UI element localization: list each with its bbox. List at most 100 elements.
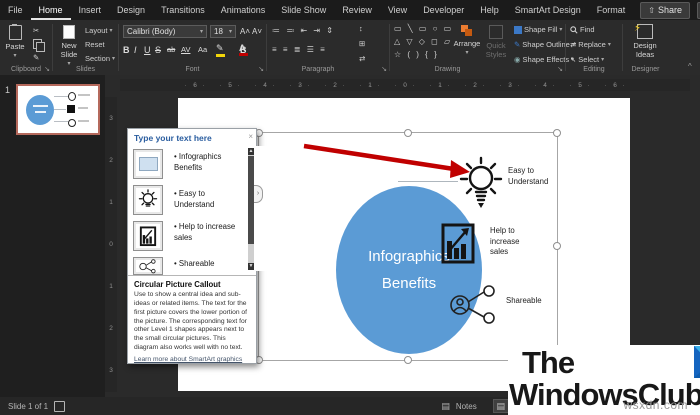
group-label-font: Font	[119, 66, 266, 73]
font-family-select[interactable]: Calibri (Body)▾	[123, 25, 207, 38]
notes-button[interactable]: Notes	[456, 402, 477, 411]
dropdown-arrow-icon: ▾	[112, 55, 115, 62]
tab-file[interactable]: File	[0, 0, 31, 20]
tab-format[interactable]: Format	[589, 0, 634, 20]
shapes-gallery-row-2[interactable]: △ ▽ ◇ ◻ ▱	[394, 37, 452, 47]
outline-item-1[interactable]: Infographics Benefits	[174, 151, 246, 174]
learn-more-link[interactable]: Learn more about SmartArt graphics	[134, 356, 250, 363]
chart-icon[interactable]	[440, 222, 476, 266]
text-pane-outline: Infographics Benefits Easy to Understand…	[168, 146, 270, 271]
shapes-gallery-row-3[interactable]: ☆ ( ) { }	[394, 50, 439, 60]
tab-developer[interactable]: Developer	[415, 0, 472, 20]
italic-button[interactable]: I	[134, 45, 137, 55]
replace-button[interactable]: ⇄ Replace▾	[570, 40, 611, 49]
shape-effects-icon: ◉	[514, 55, 521, 64]
dropdown-arrow-icon: ▾	[110, 27, 113, 34]
paragraph-list-buttons[interactable]: ≔ ≕ ⇤ ⇥ ⇕	[272, 26, 335, 36]
underline-button[interactable]: U	[144, 45, 151, 55]
chart-list-icon[interactable]	[133, 221, 163, 251]
normal-view-button[interactable]: ▤	[493, 399, 509, 413]
highlight-color-button[interactable]: ✎	[216, 43, 225, 57]
quick-styles-button[interactable]: Quick Styles	[482, 25, 510, 59]
highlight-pen-icon: ✎	[216, 43, 224, 53]
tab-home[interactable]: Home	[31, 0, 71, 20]
layout-button[interactable]: Layout▾	[85, 26, 113, 35]
tab-animations[interactable]: Animations	[213, 0, 274, 20]
design-ideas-button[interactable]: ⚡ Design Ideas	[628, 24, 662, 59]
outline-item-4[interactable]: Shareable	[174, 258, 246, 269]
lightbulb-list-icon[interactable]	[133, 185, 163, 215]
dropdown-arrow-icon: ▾	[229, 28, 232, 35]
tab-transitions[interactable]: Transitions	[153, 0, 213, 20]
paste-button[interactable]: Paste ▾	[3, 25, 27, 60]
tab-view[interactable]: View	[380, 0, 415, 20]
tab-slide-show[interactable]: Slide Show	[273, 0, 334, 20]
share-button[interactable]: ⇧ Share	[640, 2, 690, 19]
slide-canvas-area: 65 43 21 01 23 45 6 321 012 3	[105, 75, 700, 397]
tab-smartart-design[interactable]: SmartArt Design	[507, 0, 589, 20]
clipboard-dialog-launcher[interactable]: ↘	[44, 65, 50, 73]
node-label-easy-to-understand[interactable]: Easy to Understand	[508, 166, 556, 187]
resize-handle-top-right[interactable]	[553, 129, 561, 137]
wsxdn-watermark: wsxdn.com	[623, 398, 688, 412]
watermark-line1: The	[522, 345, 574, 381]
share-list-icon[interactable]	[133, 257, 163, 275]
resize-handle-middle-right[interactable]	[553, 242, 561, 250]
decrease-font-button[interactable]: A˅	[252, 27, 262, 36]
paragraph-align-buttons[interactable]: ≡ ≡ ≣ ☰ ≡	[272, 45, 327, 55]
font-size-select[interactable]: 18▾	[210, 25, 236, 38]
format-painter-button[interactable]: ✎	[33, 53, 39, 62]
reset-button[interactable]: Reset	[85, 40, 105, 49]
group-paragraph: ≔ ≕ ⇤ ⇥ ⇕ ≡ ≡ ≣ ☰ ≡ ↕ ⊞ ⇄ Paragraph ↘	[267, 20, 389, 74]
outline-item-3[interactable]: Help to increase sales	[174, 221, 246, 244]
outline-item-2[interactable]: Easy to Understand	[174, 188, 246, 211]
increase-font-button[interactable]: A˄	[240, 27, 250, 36]
shapes-gallery-row-1[interactable]: ▭ ╲ ▭ ○ ▭	[394, 24, 453, 34]
drawing-dialog-launcher[interactable]: ↘	[557, 65, 563, 73]
node-label-help-increase-sales[interactable]: Help to increase sales	[490, 226, 530, 258]
tab-help[interactable]: Help	[472, 0, 507, 20]
group-editing: Find ⇄ Replace▾ ↖ Select▾ Editing	[566, 20, 622, 74]
picture-placeholder-icon[interactable]	[133, 149, 163, 179]
bold-button[interactable]: B	[123, 45, 130, 55]
share-icon[interactable]	[446, 284, 502, 326]
font-color-button[interactable]: A	[239, 43, 248, 56]
vertical-ruler[interactable]: 321 012 3	[105, 97, 117, 392]
group-font: Calibri (Body)▾ 18▾ A˄ A˅ B B I U S ab A…	[119, 20, 266, 74]
new-slide-button[interactable]: New Slide ▾	[55, 25, 83, 68]
text-pane-title: Type your text here	[134, 133, 212, 143]
select-button[interactable]: ↖ Select▾	[570, 55, 604, 64]
node-label-shareable[interactable]: Shareable	[506, 296, 566, 307]
group-label-drawing: Drawing	[390, 66, 505, 73]
tab-insert[interactable]: Insert	[71, 0, 110, 20]
shape-fill-button[interactable]: Shape Fill▾	[514, 25, 562, 34]
arrange-button[interactable]: Arrange ▾	[452, 25, 482, 57]
change-case-button[interactable]: Aa	[198, 45, 207, 54]
cut-button[interactable]: ✂	[33, 26, 39, 35]
strikethrough-ab-button[interactable]: ab	[167, 45, 175, 54]
align-text-button[interactable]: ⊞	[359, 39, 365, 48]
collapse-ribbon-button[interactable]: ^	[688, 62, 692, 71]
section-button[interactable]: Section▾	[85, 54, 115, 63]
central-circle-shape[interactable]: Infographics Benefits	[336, 186, 482, 354]
dropdown-arrow-icon: ▾	[200, 28, 203, 35]
character-spacing-button[interactable]: AV	[181, 45, 190, 54]
tab-design[interactable]: Design	[109, 0, 153, 20]
resize-handle-top-center[interactable]	[404, 129, 412, 137]
paragraph-dialog-launcher[interactable]: ↘	[381, 65, 387, 73]
text-direction-button[interactable]: ↕	[359, 24, 363, 33]
copy-button[interactable]	[33, 39, 42, 49]
tab-review[interactable]: Review	[334, 0, 380, 20]
text-pane-scrollbar[interactable]: ▲▼	[248, 148, 254, 270]
font-dialog-launcher[interactable]: ↘	[258, 65, 264, 73]
close-icon[interactable]: ×	[248, 132, 253, 141]
convert-to-smartart-button[interactable]: ⇄	[359, 54, 365, 63]
strikethrough-button[interactable]: S	[155, 45, 161, 55]
thumbnail-share-icon	[68, 119, 76, 127]
resize-handle-bottom-center[interactable]	[404, 356, 412, 364]
find-button[interactable]: Find	[570, 25, 595, 34]
horizontal-ruler[interactable]: 65 43 21 01 23 45 6	[120, 79, 690, 91]
group-designer: ⚡ Design Ideas Designer	[623, 20, 668, 74]
slide-1-thumbnail[interactable]	[16, 84, 100, 135]
proofing-icon[interactable]	[54, 401, 65, 412]
